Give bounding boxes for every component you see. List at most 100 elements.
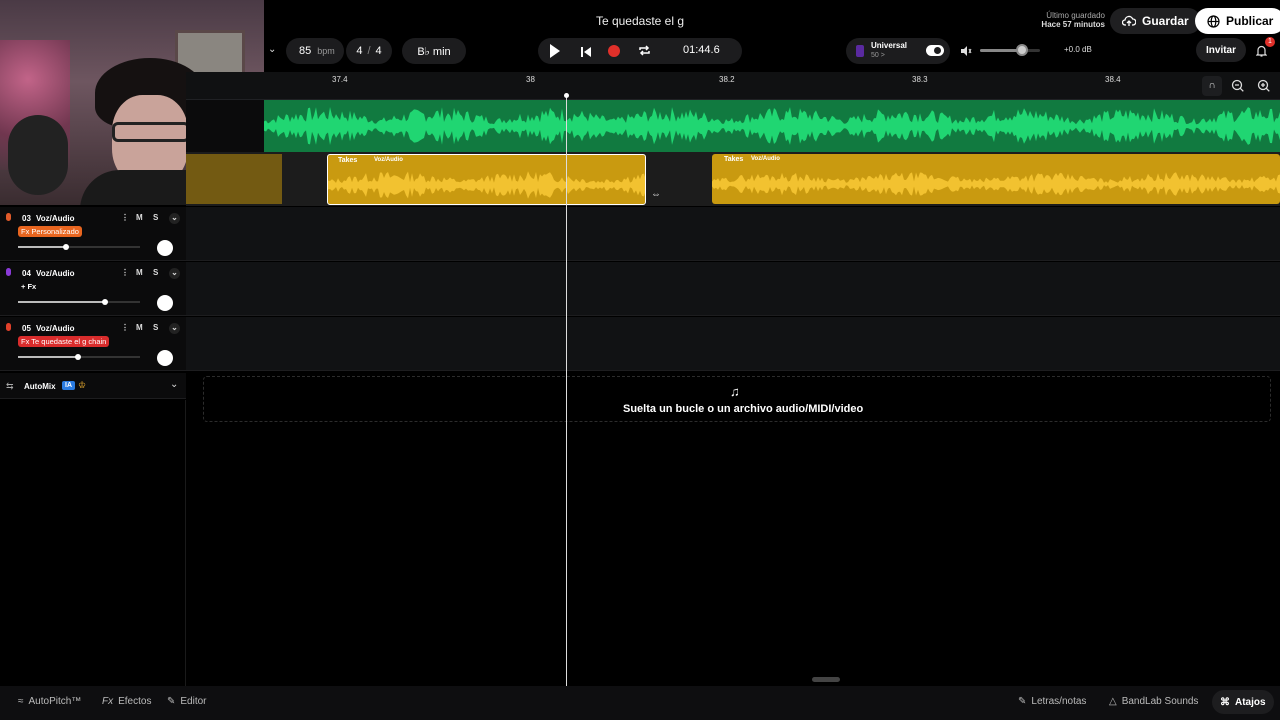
notification-badge: 1 [1265, 37, 1275, 47]
lyrics-label: Letras/notas [1031, 696, 1087, 707]
track-name[interactable]: Voz/Audio [36, 214, 75, 223]
track-menu-icon[interactable]: ⋮ [121, 268, 129, 277]
clip-waveform [328, 171, 645, 199]
automix-icon: ⇆ [6, 381, 14, 391]
drop-zone-text: Suelta un bucle o un archivo audio/MIDI/… [623, 403, 864, 415]
command-icon: ⌘ [1220, 696, 1230, 708]
editor-button[interactable]: ✎ Editor [167, 696, 207, 707]
volume-slider[interactable] [18, 354, 140, 360]
track-number: 04 [22, 269, 31, 278]
mute-button[interactable]: M [136, 268, 143, 277]
fx-icon: Fx [102, 696, 114, 707]
pan-knob[interactable] [157, 350, 173, 366]
bpm-value: 85 [299, 45, 312, 57]
fx-tag[interactable]: Fx Te quedaste el g chain [18, 336, 110, 347]
audio-clip[interactable]: Takes Voz/Audio [712, 154, 1280, 204]
invite-button[interactable]: Invitar [1196, 38, 1247, 62]
rewind-icon[interactable] [580, 45, 592, 57]
track-number: 05 [22, 324, 31, 333]
solo-button[interactable]: S [153, 213, 158, 222]
effects-button[interactable]: Fx Efectos [102, 696, 151, 707]
ruler-label: 38.3 [912, 75, 928, 84]
master-volume-knob[interactable] [1016, 44, 1028, 56]
volume-slider[interactable] [18, 299, 140, 305]
autopitch-icon: ≈ [18, 696, 24, 707]
sounds-icon: △ [1109, 696, 1117, 707]
solo-button[interactable]: S [153, 323, 158, 332]
chevron-down-icon[interactable]: ⌄ [170, 379, 178, 390]
key-value: B♭ min [417, 45, 451, 58]
publish-button[interactable]: Publicar [1195, 8, 1280, 34]
track-name[interactable]: Voz/Audio [36, 324, 75, 333]
audio-clip[interactable] [186, 154, 282, 204]
bpm-control[interactable]: 85 bpm [286, 38, 344, 64]
autopitch-button[interactable]: ≈ AutoPitch™ [18, 696, 81, 707]
track-name[interactable]: Voz/Audio [36, 269, 75, 278]
mute-button[interactable]: M [136, 323, 143, 332]
track-header[interactable]: 03 Voz/Audio ⋮ M S ⌄ Fx Personalizado [0, 207, 186, 261]
automix-row[interactable]: ⇆ AutoMix IA ♔ ⌄ [0, 373, 186, 399]
playhead[interactable] [566, 96, 567, 686]
master-waveform-lane [264, 100, 1280, 152]
track-header[interactable]: 05 Voz/Audio ⋮ M S ⌄ Fx Te quedaste el g… [0, 317, 186, 371]
play-icon[interactable] [550, 44, 560, 58]
bandlab-sounds-button[interactable]: △ BandLab Sounds [1109, 696, 1198, 707]
playhead-handle[interactable] [564, 93, 569, 98]
track-lane[interactable] [186, 262, 1280, 316]
chevron-down-icon[interactable]: ⌄ [169, 323, 180, 334]
time-sig-numerator: 4 [356, 45, 363, 57]
magnet-icon[interactable]: ∩ [1202, 76, 1222, 96]
save-button[interactable]: Guardar [1110, 8, 1201, 34]
track-number: 03 [22, 214, 31, 223]
pan-knob[interactable] [157, 295, 173, 311]
time-sig-separator: / [367, 45, 371, 57]
audio-clip-selected[interactable]: Takes Voz/Audio [327, 154, 646, 205]
clip-waveform [712, 172, 1280, 196]
track-menu-icon[interactable]: ⋮ [121, 213, 129, 222]
scroll-handle[interactable] [812, 677, 840, 682]
webcam-person-glasses [112, 122, 190, 142]
microphone-icon [6, 213, 11, 221]
chevron-down-icon[interactable]: ⌄ [169, 213, 180, 224]
chevron-down-icon[interactable]: ⌄ [268, 44, 276, 55]
track-lane[interactable] [186, 207, 1280, 261]
resize-cursor-icon: ⇔ [651, 189, 661, 200]
bell-icon[interactable] [1255, 44, 1268, 62]
master-volume-slider[interactable] [980, 44, 1040, 56]
zoom-in-icon[interactable] [1254, 76, 1274, 96]
universal-preset[interactable]: Universal 50 > [846, 38, 950, 64]
cloud-upload-icon [1122, 15, 1136, 26]
volume-slider[interactable] [18, 244, 140, 250]
autopitch-label: AutoPitch™ [28, 696, 82, 707]
crown-icon: ♔ [78, 380, 87, 390]
master-volume-db: +0.0 dB [1064, 45, 1092, 54]
pan-knob[interactable] [157, 240, 173, 256]
mute-button[interactable]: M [136, 213, 143, 222]
shortcuts-button[interactable]: ⌘ Atajos [1212, 690, 1274, 714]
loop-icon[interactable] [638, 44, 651, 57]
bpm-unit: bpm [317, 46, 335, 56]
ruler-label: 38.2 [719, 75, 735, 84]
lyrics-button[interactable]: ✎ Letras/notas [1018, 696, 1086, 707]
universal-toggle[interactable] [926, 45, 944, 56]
clip-takes-label: Takes [338, 157, 358, 164]
chevron-down-icon[interactable]: ⌄ [169, 268, 180, 279]
key-control[interactable]: B♭ min [402, 38, 466, 64]
time-signature-control[interactable]: 4 / 4 [346, 38, 392, 64]
drop-zone[interactable]: ♫ Suelta un bucle o un archivo audio/MID… [203, 376, 1271, 422]
track-header[interactable]: 04 Voz/Audio ⋮ M S ⌄ + Fx [0, 262, 186, 316]
speaker-icon[interactable] [960, 44, 972, 62]
zoom-out-icon[interactable] [1228, 76, 1248, 96]
publish-button-label: Publicar [1226, 14, 1274, 28]
timeline-ruler[interactable]: 37.4 38 38.2 38.3 38.4 ∩ [186, 72, 1280, 100]
add-fx-button[interactable]: + Fx [18, 281, 39, 292]
shortcuts-label: Atajos [1235, 696, 1266, 708]
track-lane[interactable] [186, 317, 1280, 371]
record-icon[interactable] [608, 45, 620, 57]
solo-button[interactable]: S [153, 268, 158, 277]
fx-tag[interactable]: Fx Personalizado [18, 226, 82, 237]
track-menu-icon[interactable]: ⋮ [121, 323, 129, 332]
header-area-underlay [186, 100, 264, 152]
master-waveform [264, 100, 1280, 152]
project-title[interactable]: Te quedaste el g [540, 14, 740, 28]
